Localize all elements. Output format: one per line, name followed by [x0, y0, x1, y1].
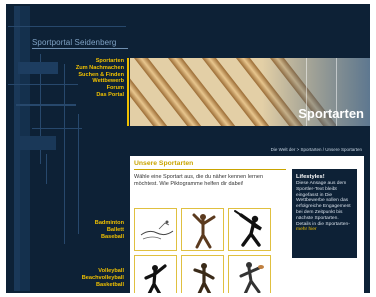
tile-ballett[interactable]	[134, 208, 177, 251]
side-link-beachvolleyball[interactable]: Beachvolleyball	[82, 275, 124, 282]
side-link-badminton[interactable]: Badminton	[95, 220, 124, 227]
info-box: Lifestyles! Diese Ansage aus dem Sportle…	[292, 169, 357, 258]
content-panel: Unsere Sportarten Wähle eine Sportart au…	[130, 156, 364, 293]
content-heading: Unsere Sportarten	[134, 160, 194, 167]
rugby-pictogram-icon	[239, 262, 264, 293]
nav-item-wettbewerb[interactable]: Wettbewerb	[76, 78, 124, 85]
info-body: Diese Ansage aus dem Sportler-Text bleib…	[296, 181, 351, 227]
tile-baseball[interactable]	[228, 208, 271, 251]
side-links-group-2: Volleyball Beachvolleyball Basketball	[82, 268, 124, 288]
tile-basketball[interactable]	[134, 255, 177, 293]
info-title: Lifestyles!	[296, 174, 325, 180]
nav-item-sportarten[interactable]: Sportarten	[76, 58, 124, 65]
nav-item-forum[interactable]: Forum	[76, 85, 124, 92]
dance-pictogram-icon	[192, 213, 216, 249]
side-link-volleyball[interactable]: Volleyball	[82, 268, 124, 275]
tile-fitness[interactable]	[181, 255, 224, 293]
nav-item-suchen-finden[interactable]: Suchen & Finden	[76, 72, 124, 79]
tile-rugby[interactable]	[228, 255, 271, 293]
nav-item-zum-nachmachen[interactable]: Zum Nachmachen	[76, 65, 124, 72]
info-text: Diese Ansage aus dem Sportler-Text bleib…	[296, 181, 353, 233]
site-frame: Sportportal Seidenberg Sportarten Zum Na…	[6, 4, 370, 293]
info-more-link[interactable]: mehr hier	[296, 227, 317, 232]
breadcrumb[interactable]: Die Welt der > Sportarten / Unsere Sport…	[271, 147, 362, 152]
title-divider	[32, 48, 128, 49]
side-link-ballett[interactable]: Ballett	[95, 227, 124, 234]
intro-text: Wähle eine Sportart aus, die du näher ke…	[134, 174, 264, 187]
banner-title: Sportarten	[298, 106, 364, 121]
site-title: Sportportal Seidenberg	[32, 38, 117, 47]
ballett-pictogram-icon	[140, 220, 174, 240]
side-link-baseball[interactable]: Baseball	[95, 234, 124, 241]
side-links-group-1: Badminton Ballett Baseball	[95, 220, 124, 240]
nav-item-das-portal[interactable]: Das Portal	[76, 92, 124, 99]
side-link-basketball[interactable]: Basketball	[82, 282, 124, 289]
accent-bar	[127, 58, 129, 126]
main-nav: Sportarten Zum Nachmachen Suchen & Finde…	[76, 58, 124, 99]
fitness-pictogram-icon	[193, 263, 215, 293]
banner: Sportarten	[130, 58, 370, 126]
baseball-pictogram-icon	[234, 210, 262, 247]
page: Sportportal Seidenberg Sportarten Zum Na…	[0, 0, 376, 297]
basketball-pictogram-icon	[144, 264, 167, 293]
tile-dance[interactable]	[181, 208, 224, 251]
content-divider	[134, 169, 286, 170]
